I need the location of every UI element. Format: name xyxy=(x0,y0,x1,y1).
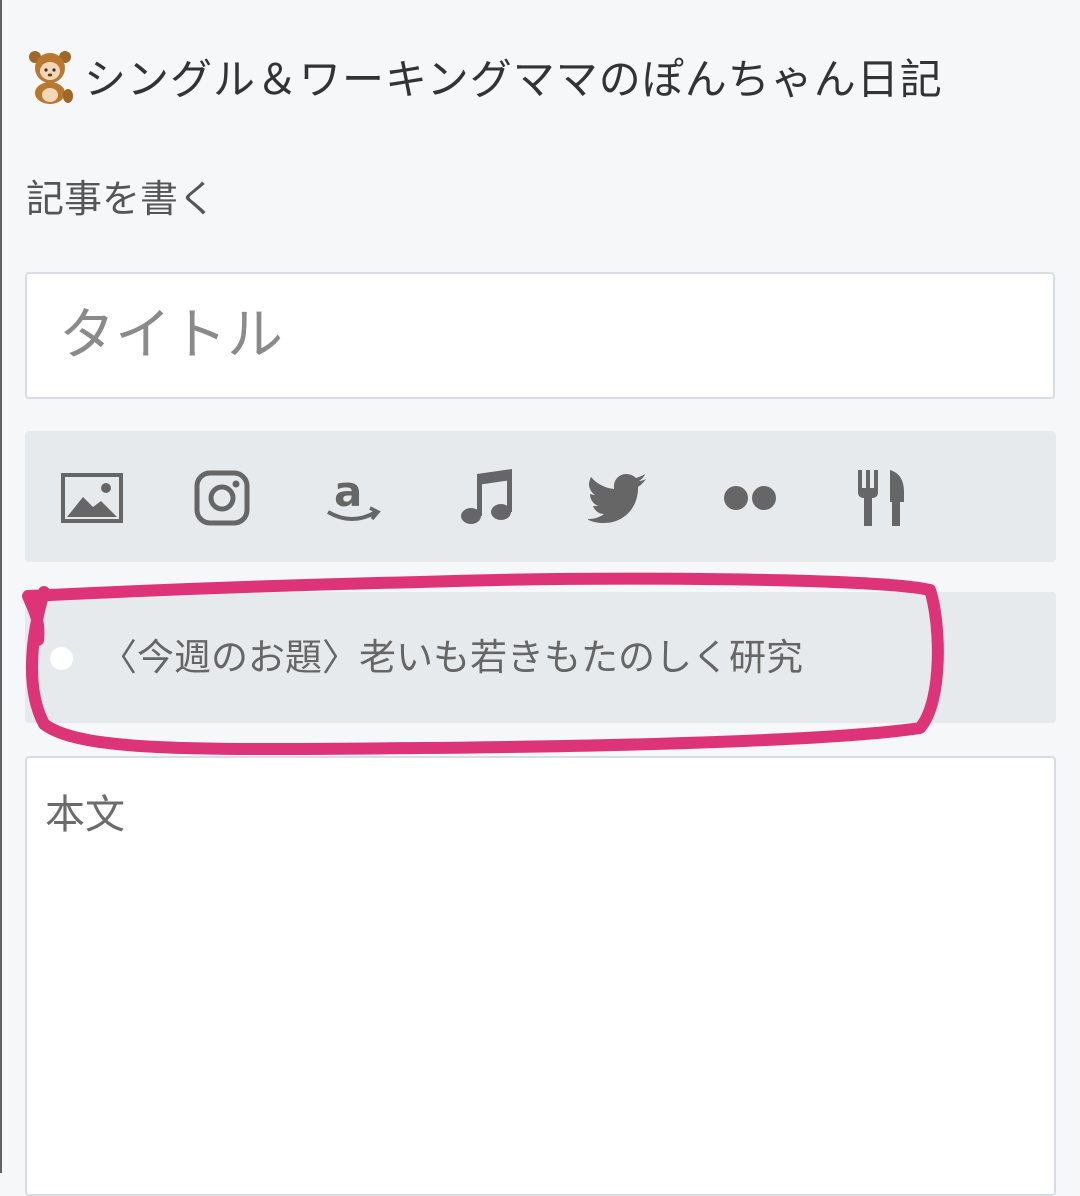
topic-bullet-icon xyxy=(50,647,73,670)
amazon-icon: a xyxy=(326,468,381,521)
weekly-topic-link[interactable]: 〈今週のお題〉老いも若きもたのしく研究 xyxy=(100,632,803,684)
blog-title[interactable]: シングル＆ワーキングママのぽんちゃん日記 xyxy=(84,46,943,107)
instagram-icon xyxy=(194,470,250,526)
body-textarea[interactable] xyxy=(25,756,1056,1196)
amazon-button[interactable]: a xyxy=(319,465,389,531)
twitter-button[interactable] xyxy=(583,465,653,531)
tanuki-avatar-icon xyxy=(29,51,73,104)
title-input[interactable] xyxy=(25,272,1055,399)
svg-text:a: a xyxy=(334,468,362,516)
restaurant-button[interactable] xyxy=(847,465,917,531)
image-button[interactable] xyxy=(57,465,127,531)
blog-header: シングル＆ワーキングママのぽんちゃん日記 xyxy=(24,36,943,116)
restaurant-icon xyxy=(858,470,904,526)
twitter-icon xyxy=(588,474,646,523)
music-button[interactable] xyxy=(451,465,521,531)
flickr-icon xyxy=(724,486,776,510)
window-left-edge xyxy=(0,0,2,1173)
image-icon xyxy=(61,473,123,523)
instagram-button[interactable] xyxy=(187,465,257,531)
flickr-button[interactable] xyxy=(715,465,785,531)
section-label: 記事を書く xyxy=(26,177,217,221)
embed-toolbar: a xyxy=(25,431,1056,562)
music-icon xyxy=(461,469,512,524)
